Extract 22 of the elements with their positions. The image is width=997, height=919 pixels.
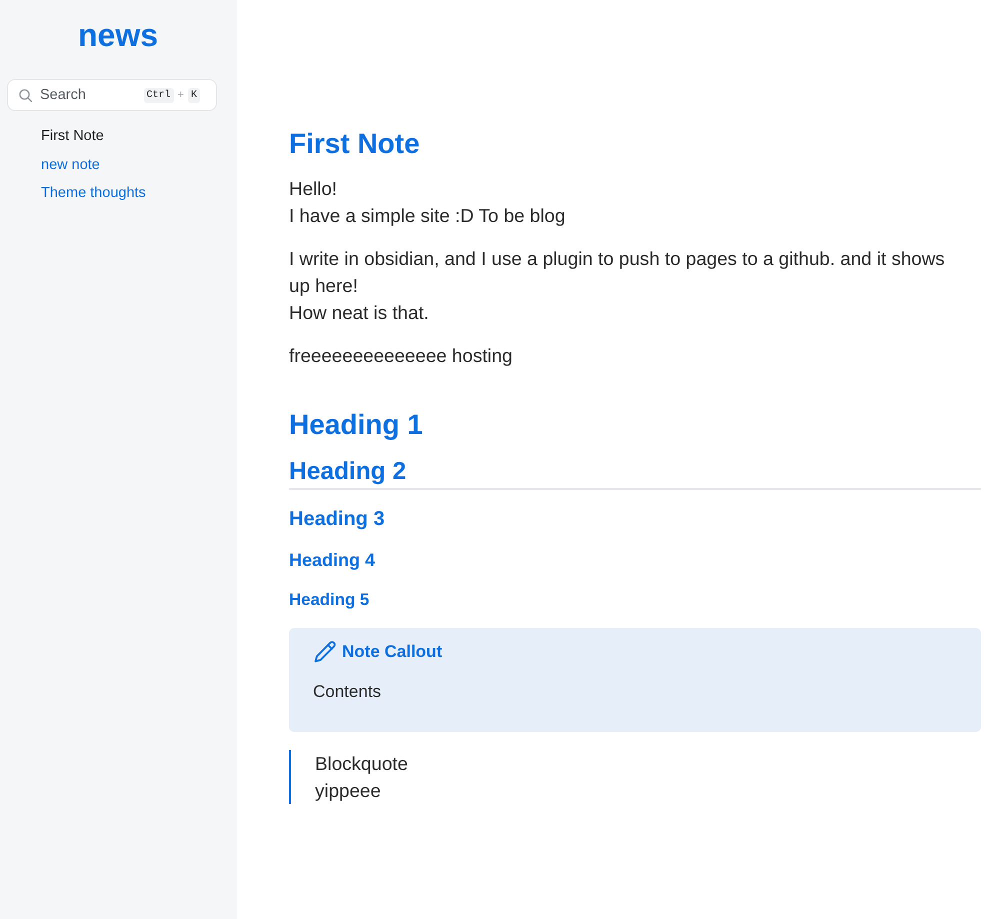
- keyboard-key: Ctrl: [144, 88, 174, 102]
- keyboard-key: K: [188, 88, 200, 102]
- callout-text: Contents: [313, 681, 382, 703]
- section-heading: Heading 3: [289, 507, 385, 532]
- key-separator: +: [178, 88, 184, 102]
- pencil-icon: [313, 640, 337, 664]
- paragraph: freeeeeeeeeeeeee hosting: [289, 344, 512, 368]
- section-heading: Heading 1: [289, 408, 423, 442]
- paragraph: Hello! I have a simple site :D To be blog: [289, 177, 566, 228]
- page-title: First Note: [289, 127, 420, 161]
- search-icon: [19, 88, 32, 102]
- site-title[interactable]: news: [78, 13, 158, 57]
- search-button[interactable]: Search Ctrl + K: [7, 79, 217, 111]
- callout-title: Note Callout: [342, 641, 442, 663]
- nav-link[interactable]: new note: [41, 150, 100, 179]
- nav-link[interactable]: Theme thoughts: [41, 179, 146, 208]
- section-heading: Heading 5: [289, 589, 370, 611]
- blockquote: Blockquote yippeee: [289, 750, 408, 804]
- nav-link[interactable]: First Note: [41, 122, 104, 150]
- paragraph: I write in obsidian, and I use a plugin to push to pages to a github. and it shows up here! How neat is that.: [289, 247, 946, 325]
- section-heading: Heading 2: [289, 457, 406, 487]
- section-heading: Heading 4: [289, 549, 376, 572]
